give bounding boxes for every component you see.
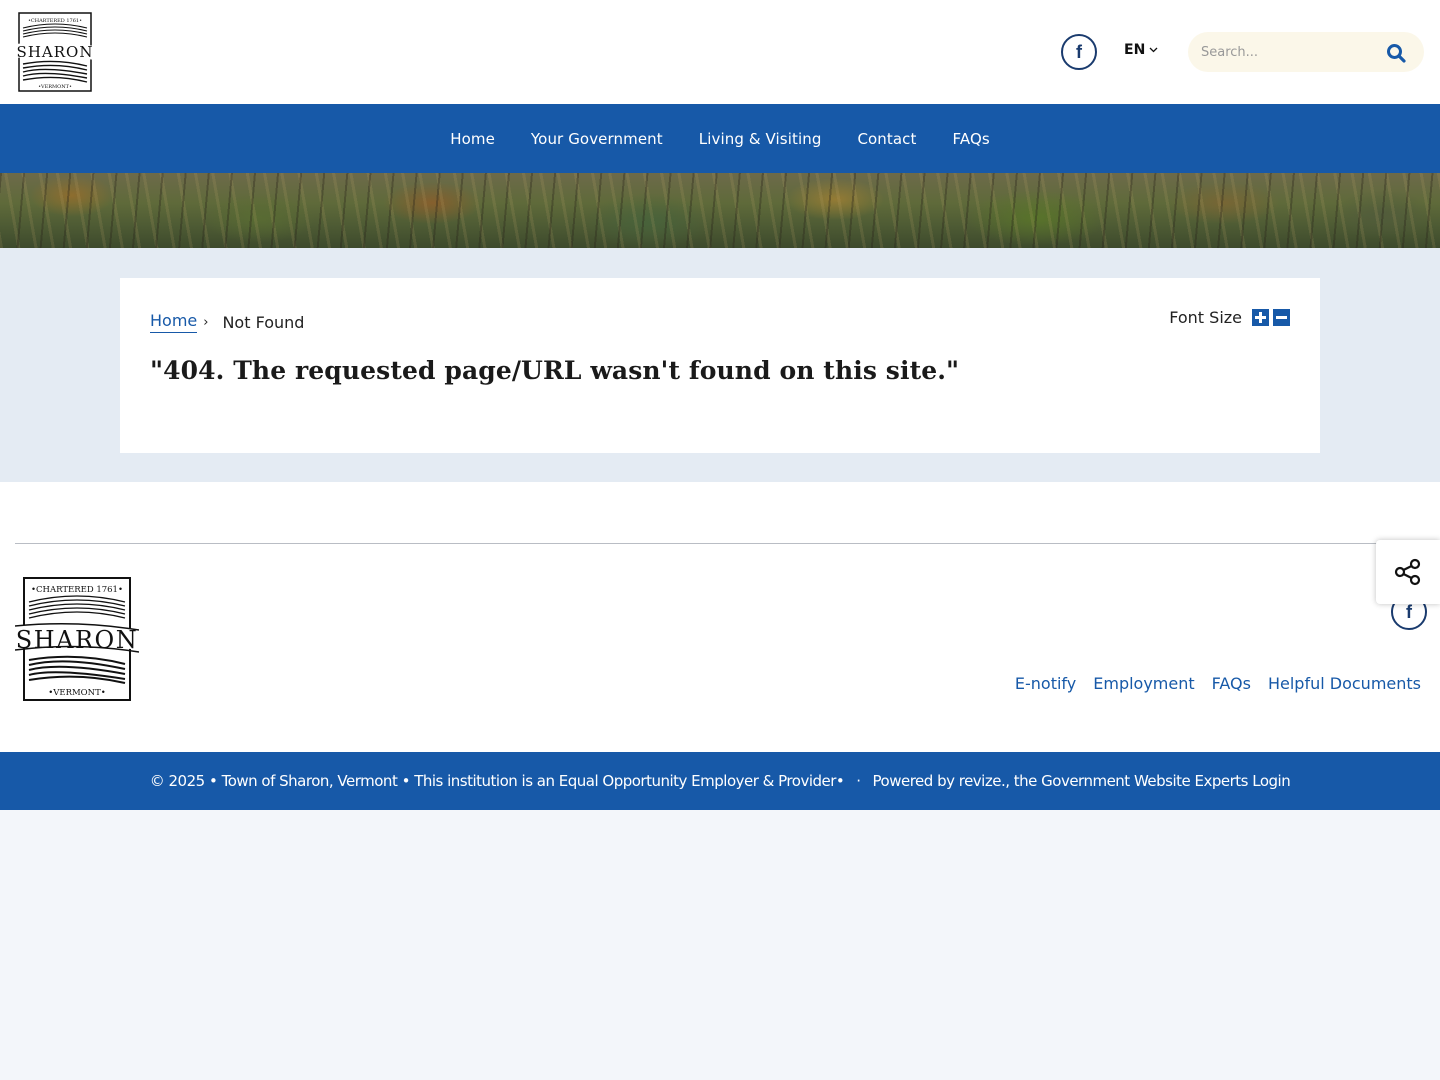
- search-icon[interactable]: [1386, 43, 1406, 63]
- breadcrumb-separator: ›: [203, 314, 209, 330]
- footer-facebook-glyph: f: [1406, 601, 1412, 622]
- breadcrumb-current: Not Found: [222, 312, 305, 332]
- copyright-text: © 2025 • Town of Sharon, Vermont • This …: [149, 772, 845, 790]
- nav-item-living-visiting[interactable]: Living & Visiting: [681, 130, 840, 148]
- search-input[interactable]: [1201, 44, 1381, 60]
- breadcrumb-home-link[interactable]: Home: [150, 311, 198, 333]
- nav-item-contact[interactable]: Contact: [839, 130, 934, 148]
- font-size-label: Font Size: [1169, 308, 1242, 327]
- footer-separator: ·: [856, 772, 861, 790]
- svg-text:•VERMONT•: •VERMONT•: [38, 84, 72, 90]
- facebook-icon[interactable]: f: [1061, 34, 1097, 70]
- footer-sharon-logo[interactable]: •CHARTERED 1761• SHARON •VERMONT•: [15, 576, 139, 702]
- footer-bottom-bar: © 2025 • Town of Sharon, Vermont • This …: [0, 752, 1440, 810]
- chevron-down-icon: [1149, 47, 1158, 53]
- share-button[interactable]: [1376, 540, 1440, 604]
- svg-text:•VERMONT•: •VERMONT•: [48, 688, 106, 698]
- footer-divider: [15, 543, 1440, 544]
- footer-links: E-notify Employment FAQs Helpful Documen…: [1015, 674, 1421, 693]
- footer: [0, 482, 1440, 752]
- page-title: "404. The requested page/URL wasn't foun…: [150, 356, 960, 385]
- font-increase-icon[interactable]: [1252, 309, 1269, 326]
- nav-item-faqs[interactable]: FAQs: [935, 130, 1008, 148]
- nav-item-home[interactable]: Home: [432, 130, 513, 148]
- footer-link-helpful-documents[interactable]: Helpful Documents: [1268, 674, 1421, 693]
- footer-link-employment[interactable]: Employment: [1093, 674, 1194, 693]
- hero-banner-image: [0, 173, 1440, 248]
- language-selector[interactable]: EN: [1124, 42, 1158, 58]
- language-label: EN: [1124, 42, 1146, 58]
- site-header: •CHARTERED 1761• SHARON •VERMONT• f EN: [0, 0, 1440, 104]
- nav-item-your-government[interactable]: Your Government: [513, 130, 681, 148]
- breadcrumb: Home › Not Found: [150, 311, 304, 333]
- login-link[interactable]: Login: [1252, 772, 1290, 790]
- facebook-glyph: f: [1076, 41, 1082, 62]
- share-icon: [1394, 558, 1421, 586]
- font-size-control: Font Size: [1169, 308, 1290, 327]
- search-bar: [1188, 32, 1424, 72]
- powered-by-link[interactable]: Powered by revize., the Government Websi…: [873, 772, 1249, 790]
- svg-text:•CHARTERED 1761•: •CHARTERED 1761•: [31, 585, 123, 595]
- footer-link-enotify[interactable]: E-notify: [1015, 674, 1076, 693]
- content-card: Home › Not Found Font Size "404. The req…: [120, 278, 1320, 453]
- svg-text:SHARON: SHARON: [17, 43, 94, 61]
- svg-text:•CHARTERED 1761•: •CHARTERED 1761•: [28, 18, 82, 24]
- footer-link-faqs[interactable]: FAQs: [1212, 674, 1251, 693]
- font-decrease-icon[interactable]: [1273, 309, 1290, 326]
- sharon-logo[interactable]: •CHARTERED 1761• SHARON •VERMONT•: [15, 12, 95, 92]
- main-nav: Home Your Government Living & Visiting C…: [0, 104, 1440, 173]
